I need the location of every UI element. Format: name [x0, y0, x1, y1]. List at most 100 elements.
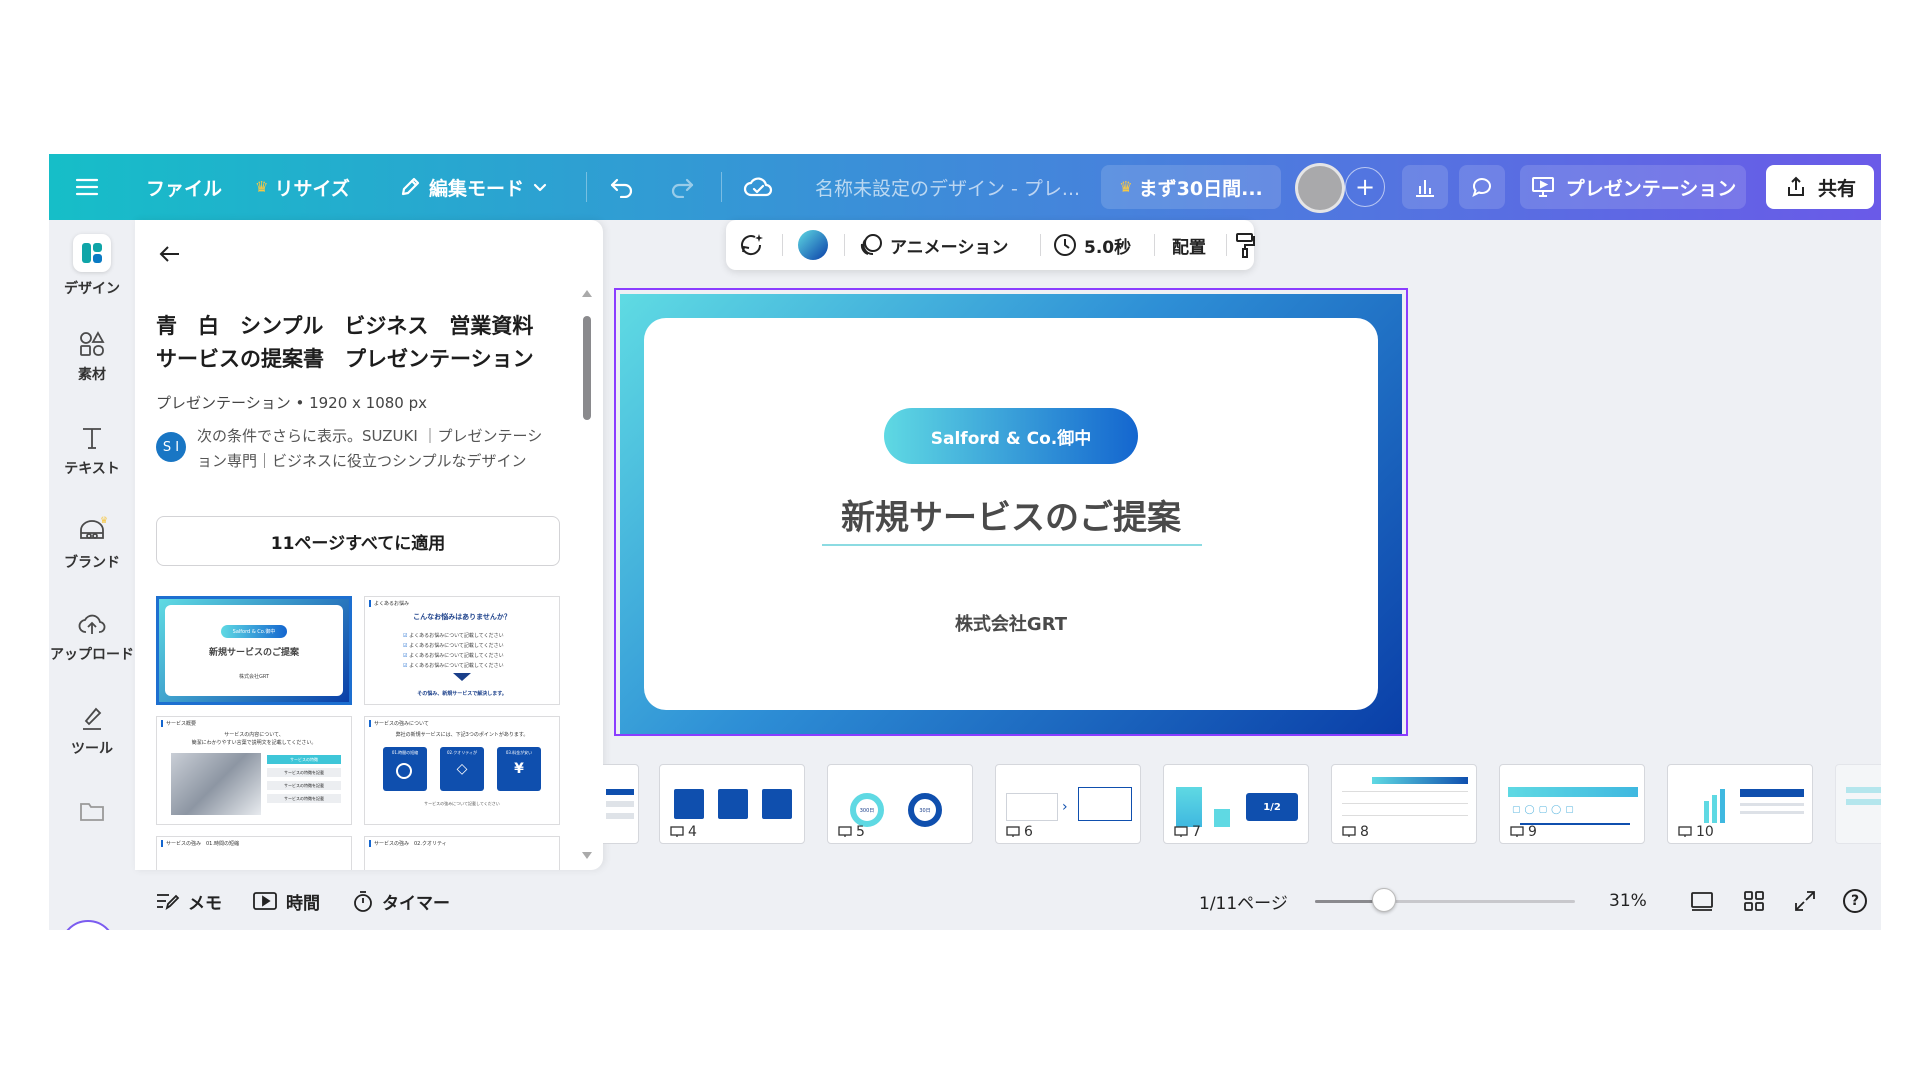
edit-mode-dropdown[interactable]: 編集モード: [399, 154, 548, 220]
duration-toggle[interactable]: 時間: [252, 872, 320, 930]
template-author[interactable]: S I 次の条件でさらに表示。SUZUKI ｜プレゼンテーシ ョン専門｜ビジネス…: [156, 424, 566, 474]
resize-button[interactable]: ♛ リサイズ: [255, 154, 350, 220]
thumb-item: ☑ よくあるお悩みについて記載してください: [403, 643, 504, 649]
thumb-feature-box: 01.時間の短縮: [383, 747, 427, 791]
bar-chart-icon: [1416, 180, 1434, 197]
expand-icon: [1795, 891, 1815, 911]
timer-button[interactable]: タイマー: [352, 872, 450, 930]
resize-label: リサイズ: [274, 177, 350, 200]
template-page-thumb-3[interactable]: サービス概要 サービスの内容について、 簡潔にわかりやすい言葉で説明文を記載して…: [156, 716, 352, 825]
slide-card[interactable]: Salford & Co.御中 新規サービスのご提案 株式会社GRT: [644, 318, 1378, 710]
rail-item-projects[interactable]: [49, 798, 135, 830]
presenter-icon: [1006, 826, 1020, 837]
page-view-button[interactable]: [1689, 872, 1715, 930]
rail-item-tools[interactable]: ツール: [49, 704, 135, 758]
film-page-9[interactable]: ▢◯▢◯▢ 9: [1499, 764, 1645, 844]
thumb-feature-box: 02.クオリティが ◇: [440, 747, 484, 791]
share-label: 共有: [1817, 177, 1856, 200]
thumb-row: サービスの特徴を記載: [267, 781, 341, 790]
slide-heading[interactable]: 新規サービスのご提案: [644, 490, 1378, 539]
thumb-text: 簡潔にわかりやすい言葉で説明文を記載してください。: [191, 740, 317, 746]
crown-icon: ♛: [255, 178, 269, 196]
notes-button[interactable]: メモ: [154, 872, 222, 930]
film-page-3[interactable]: [603, 764, 639, 844]
slide-selection-frame[interactable]: Salford & Co.御中 新規サービスのご提案 株式会社GRT: [614, 288, 1408, 736]
film-number: 7: [1174, 824, 1201, 840]
animation-button[interactable]: アニメーション: [858, 220, 1008, 270]
rail-label-tools: ツール: [71, 741, 113, 757]
file-menu[interactable]: ファイル: [146, 154, 222, 220]
position-button[interactable]: 配置: [1172, 220, 1206, 270]
zoom-percent-label: 31%: [1609, 891, 1647, 911]
magic-loop-icon: [741, 234, 763, 256]
film-page-6[interactable]: › 6: [995, 764, 1141, 844]
redo-button[interactable]: [669, 154, 695, 220]
presentation-icon: [1531, 177, 1554, 197]
duration-button[interactable]: 5.0秒: [1052, 220, 1131, 270]
share-icon: [1787, 176, 1804, 196]
slide-client-pill[interactable]: Salford & Co.御中: [884, 408, 1138, 464]
comments-button[interactable]: [1459, 165, 1505, 209]
zoom-percent[interactable]: 31%: [1609, 872, 1647, 930]
scroll-up-icon[interactable]: [582, 290, 592, 297]
scroll-down-icon[interactable]: [582, 852, 592, 859]
document-title[interactable]: 名称未設定のデザイン - プレ...: [815, 154, 1080, 220]
thumb-feature-box: 03.料金が安い ¥: [497, 747, 541, 791]
menu-icon[interactable]: [75, 154, 99, 220]
rail-item-brand[interactable]: ♛ ブランド: [49, 516, 135, 572]
apply-all-button[interactable]: 11ページすべてに適用: [156, 516, 560, 566]
page-indicator[interactable]: 1/11ページ: [1199, 872, 1288, 930]
template-page-thumb-1[interactable]: Salford & Co.御中 新規サービスのご提案 株式会社GRT: [156, 596, 352, 705]
rail-item-upload[interactable]: アップロード: [49, 610, 135, 664]
share-button[interactable]: 共有: [1766, 165, 1874, 209]
avatar[interactable]: [1295, 163, 1345, 213]
thumb-heading: こんなお悩みはありませんか？: [413, 613, 511, 621]
copy-style-button[interactable]: [1234, 220, 1256, 270]
page-view-icon: [1691, 892, 1713, 911]
template-page-thumb-4[interactable]: サービスの強みについて 弊社の新規サービスには、下記3つのポイントがあります。 …: [364, 716, 560, 825]
add-collaborator-button[interactable]: +: [1345, 167, 1385, 207]
grid-view-button[interactable]: [1742, 872, 1766, 930]
help-button[interactable]: ?: [1843, 872, 1867, 930]
film-page-5[interactable]: 300日 30日 5: [827, 764, 973, 844]
rail-item-text[interactable]: テキスト: [49, 424, 135, 478]
canva-editor: ファイル ♛ リサイズ 編集モード 名称未設定のデザイン - プレ... ♛ まず3…: [49, 154, 1881, 930]
grid-icon: [1744, 891, 1764, 911]
template-page-thumb-6[interactable]: サービスの強み 02.クオリティ: [364, 836, 560, 870]
left-rail: デザイン 素材 テキスト ♛ ブランド アップロード ツール: [49, 220, 135, 930]
ai-edit-button[interactable]: [738, 220, 766, 270]
film-page-7[interactable]: 1/2 7: [1163, 764, 1309, 844]
film-page-11[interactable]: [1835, 764, 1881, 844]
present-button[interactable]: プレゼンテーション: [1520, 165, 1746, 209]
trial-label: まず30日間...: [1138, 177, 1263, 200]
element-toolbar: アニメーション 5.0秒 配置: [726, 220, 1256, 270]
template-page-thumb-2[interactable]: よくあるお悩み こんなお悩みはありませんか？ ☑ よくあるお悩みについて記載して…: [364, 596, 560, 705]
thumb-item: ☑ よくあるお悩みについて記載してください: [403, 653, 504, 659]
thumb-company: 株式会社GRT: [238, 674, 270, 680]
film-page-8[interactable]: 8: [1331, 764, 1477, 844]
rail-item-design[interactable]: デザイン: [49, 234, 135, 298]
film-page-10[interactable]: 10: [1667, 764, 1813, 844]
diamond-icon: ◇: [456, 761, 468, 777]
cloud-save-icon[interactable]: [743, 154, 773, 220]
template-title: 青 白 シンプル ビジネス 営業資料 サービスの提案書 プレゼンテーション: [156, 310, 556, 376]
film-page-4[interactable]: 4: [659, 764, 805, 844]
panel-scroll-thumb[interactable]: [583, 316, 591, 420]
zoom-slider-knob[interactable]: [1372, 888, 1396, 912]
duration-toggle-label: 時間: [286, 893, 320, 914]
help-icon: ?: [1843, 889, 1867, 913]
zoom-slider[interactable]: [1315, 900, 1575, 903]
slide-canvas[interactable]: Salford & Co.御中 新規サービスのご提案 株式会社GRT: [620, 294, 1402, 734]
yen-icon: ¥: [514, 761, 524, 777]
trial-button[interactable]: ♛ まず30日間...: [1101, 165, 1281, 209]
rail-item-elements[interactable]: 素材: [49, 330, 135, 384]
rail-label-design: デザイン: [64, 281, 120, 297]
insights-button[interactable]: [1402, 165, 1448, 209]
undo-button[interactable]: [609, 154, 635, 220]
slide-company[interactable]: 株式会社GRT: [644, 610, 1378, 636]
back-button[interactable]: [157, 242, 183, 270]
template-page-thumb-5[interactable]: サービスの強み 01.時間の短縮: [156, 836, 352, 870]
chevron-down-icon: [453, 673, 471, 681]
fullscreen-button[interactable]: [1793, 872, 1817, 930]
color-swatch[interactable]: [798, 220, 828, 270]
